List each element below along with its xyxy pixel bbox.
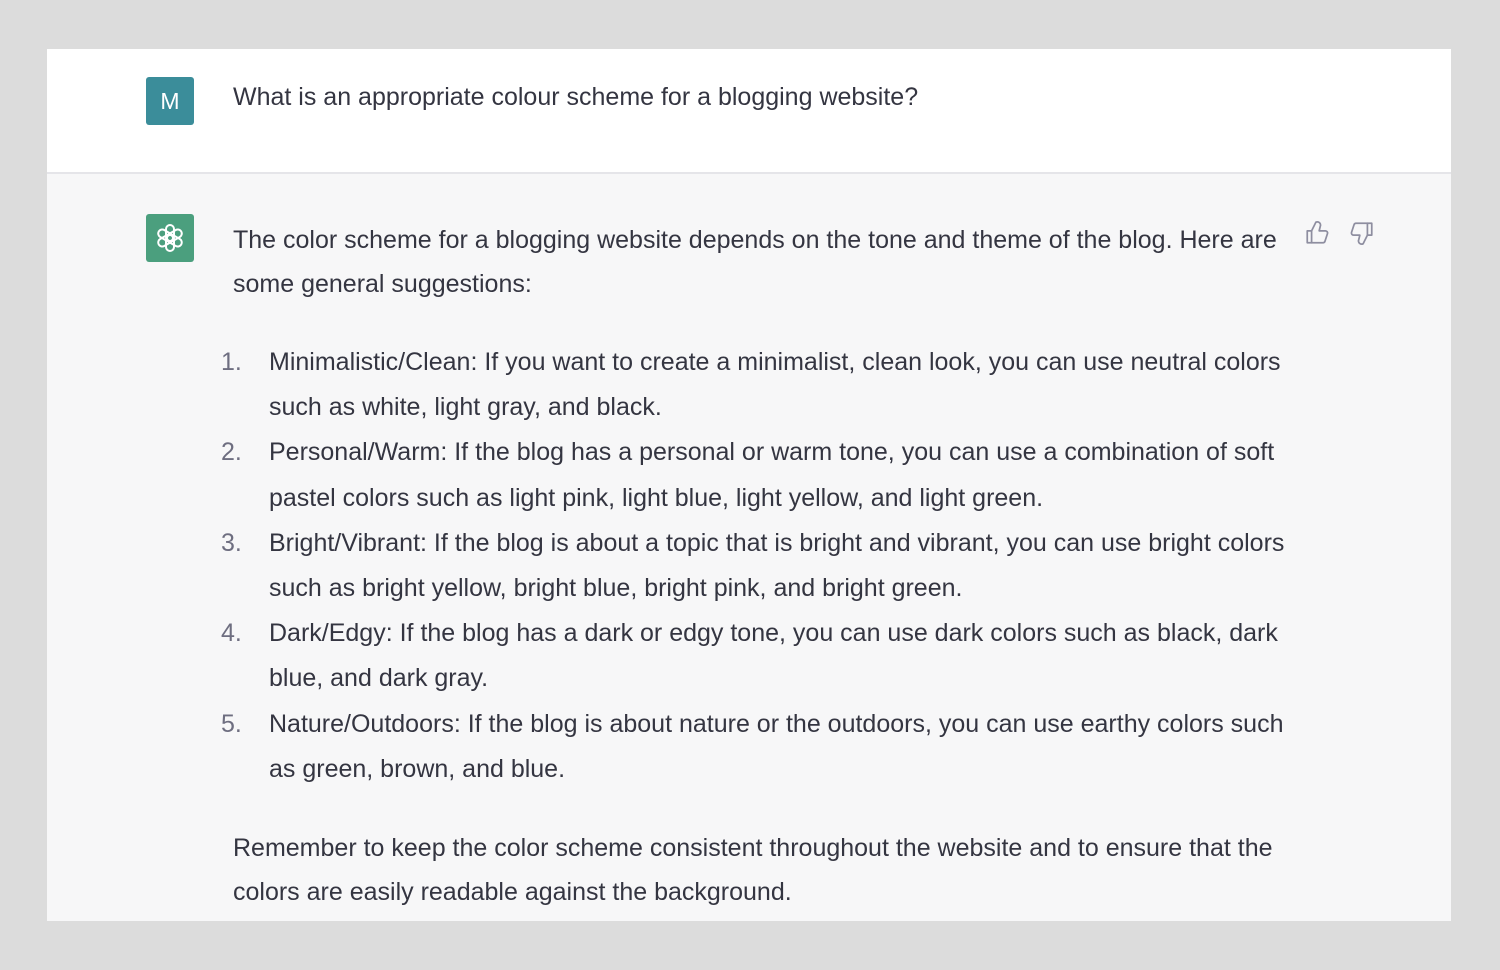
assistant-message: The color scheme for a blogging website … xyxy=(221,218,1293,914)
list-item: 1. Minimalistic/Clean: If you want to cr… xyxy=(221,340,1293,430)
list-item-number: 3. xyxy=(221,528,242,557)
list-item-number: 4. xyxy=(221,619,242,648)
list-item: 2. Personal/Warm: If the blog has a pers… xyxy=(221,430,1293,520)
list-item: 5. Nature/Outdoors: If the blog is about… xyxy=(221,702,1293,792)
assistant-intro: The color scheme for a blogging website … xyxy=(233,226,1277,298)
list-item-number: 1. xyxy=(221,348,242,376)
thumbs-down-icon xyxy=(1350,222,1373,245)
list-item-text: Personal/Warm: If the blog has a persona… xyxy=(269,438,1275,512)
list-item-text: Minimalistic/Clean: If you want to creat… xyxy=(269,348,1281,422)
list-item: 3. Bright/Vibrant: If the blog is about … xyxy=(221,521,1293,611)
assistant-conclusion: Remember to keep the color scheme consis… xyxy=(233,834,1273,907)
user-message-text: What is an appropriate colour scheme for… xyxy=(233,83,919,111)
list-item-text: Nature/Outdoors: If the blog is about na… xyxy=(269,709,1284,783)
thumbs-down-button[interactable] xyxy=(1347,218,1377,248)
thumbs-up-icon xyxy=(1306,221,1329,244)
list-item: 4. Dark/Edgy: If the blog has a dark or … xyxy=(221,611,1293,701)
openai-logo-icon xyxy=(157,224,183,252)
assistant-avatar xyxy=(146,214,194,262)
suggestion-list: 1. Minimalistic/Clean: If you want to cr… xyxy=(221,340,1293,792)
list-item-text: Bright/Vibrant: If the blog is about a t… xyxy=(269,528,1285,603)
conversation-panel: M What is an appropriate colour scheme f… xyxy=(47,49,1451,921)
user-avatar: M xyxy=(146,77,194,125)
list-item-number: 5. xyxy=(221,709,242,738)
thumbs-up-button[interactable] xyxy=(1302,218,1332,248)
list-item-text: Dark/Edgy: If the blog has a dark or edg… xyxy=(269,619,1278,693)
list-item-number: 2. xyxy=(221,438,242,467)
user-message-row: M What is an appropriate colour scheme f… xyxy=(47,49,1451,174)
